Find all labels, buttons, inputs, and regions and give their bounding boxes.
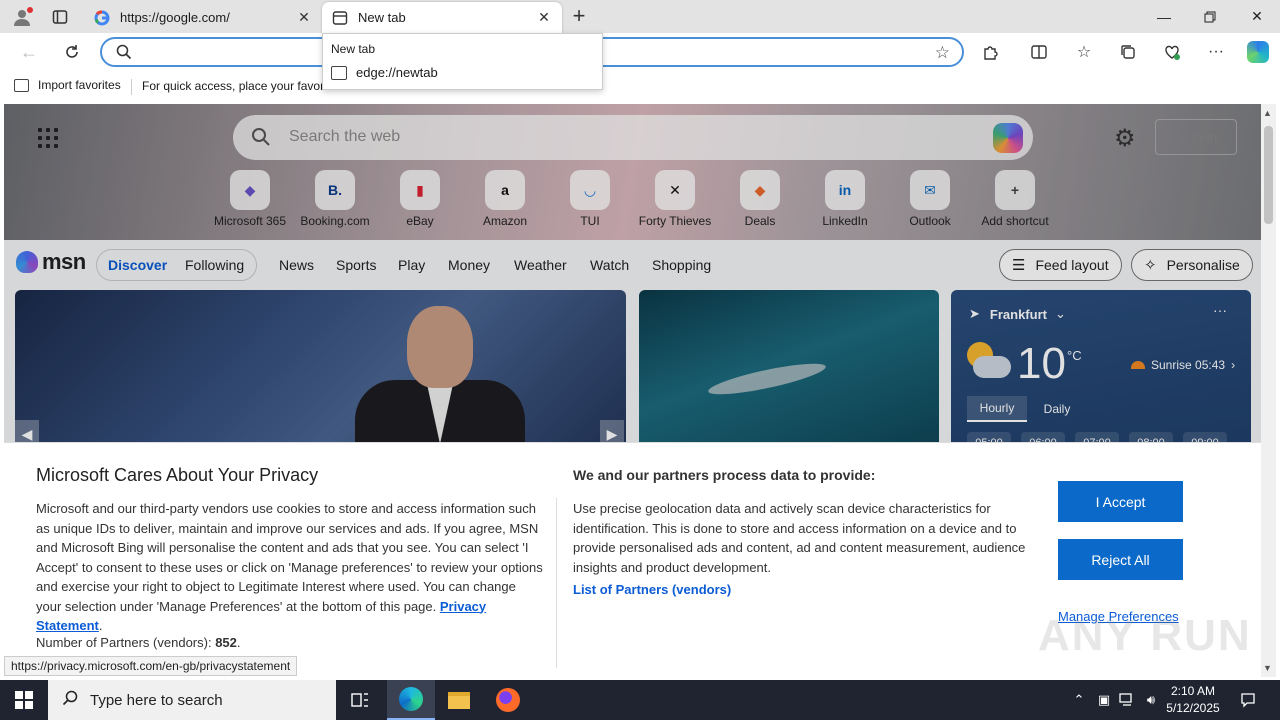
google-icon <box>94 10 110 26</box>
vertical-scrollbar[interactable]: ▲ ▼ <box>1261 104 1276 677</box>
title-bar: https://google.com/ ✕ New tab ✕ + — ✕ <box>0 0 1280 33</box>
copilot-icon <box>1247 41 1269 63</box>
edge-icon <box>399 687 423 711</box>
hover-url: edge://newtab <box>356 65 438 80</box>
notification-dot <box>27 7 33 13</box>
clock-date: 5/12/2025 <box>1166 701 1220 715</box>
divider <box>131 79 132 95</box>
back-button[interactable]: ← <box>14 38 44 66</box>
copilot-button[interactable] <box>1244 39 1272 65</box>
scroll-up-icon[interactable]: ▲ <box>1263 108 1272 118</box>
search-icon <box>62 690 78 710</box>
reject-all-button[interactable]: Reject All <box>1058 539 1183 580</box>
toolbar: ← ☆ ☆ ··· <box>0 33 1280 71</box>
taskbar-search[interactable]: Type here to search <box>48 680 336 720</box>
clock-time: 2:10 AM <box>1170 684 1216 698</box>
close-window-button[interactable]: ✕ <box>1234 0 1280 33</box>
tab-actions-icon <box>52 10 68 24</box>
collections-button[interactable] <box>1114 39 1142 65</box>
taskbar-firefox[interactable] <box>484 680 532 720</box>
privacy-body: Microsoft and our third-party vendors us… <box>36 501 543 633</box>
scrollbar-thumb[interactable] <box>1264 126 1273 224</box>
show-hidden-icons[interactable]: ⌃ <box>1068 680 1090 720</box>
task-view-icon <box>351 693 368 707</box>
tab-newtab[interactable]: New tab ✕ <box>322 2 562 33</box>
status-bar-url: https://privacy.microsoft.com/en-gb/priv… <box>4 656 298 676</box>
puzzle-icon <box>984 46 998 60</box>
minimize-button[interactable]: — <box>1141 0 1187 33</box>
restore-icon <box>1204 11 1216 22</box>
notification-center-icon[interactable] <box>1232 680 1264 720</box>
data-process-heading: We and our partners process data to prov… <box>573 467 876 483</box>
windows-icon <box>15 691 33 709</box>
close-tab-icon[interactable]: ✕ <box>536 9 552 26</box>
partners-list-link[interactable]: List of Partners (vendors) <box>573 582 731 597</box>
hover-url-row: edge://newtab <box>331 65 438 80</box>
close-tab-icon[interactable]: ✕ <box>296 9 312 26</box>
import-label: Import favorites <box>38 78 121 92</box>
browser-essentials-button[interactable] <box>1158 39 1186 65</box>
anyrun-watermark: ANY RUN <box>1038 611 1252 660</box>
more-menu-button[interactable]: ··· <box>1202 39 1230 65</box>
new-tab-button[interactable]: + <box>566 5 592 29</box>
favorite-star-icon[interactable]: ☆ <box>935 43 950 63</box>
folder-icon <box>448 691 470 709</box>
divider <box>556 498 557 668</box>
tab-title: https://google.com/ <box>120 10 230 25</box>
refresh-button[interactable] <box>57 38 87 66</box>
favorites-button[interactable]: ☆ <box>1070 39 1098 65</box>
restore-button[interactable] <box>1187 0 1233 33</box>
split-screen-button[interactable] <box>1025 39 1053 65</box>
collections-icon <box>1121 45 1135 59</box>
accept-button[interactable]: I Accept <box>1058 481 1183 522</box>
newtab-icon <box>332 10 348 26</box>
privacy-title: Microsoft Cares About Your Privacy <box>36 465 319 485</box>
data-process-body: Use precise geolocation data and activel… <box>573 501 1026 575</box>
partners-count: Number of Partners (vendors): 852. <box>36 635 241 650</box>
taskbar-edge[interactable] <box>387 680 435 720</box>
volume-icon[interactable]: 🔊︎ <box>1140 680 1162 720</box>
tab-title: New tab <box>358 10 406 25</box>
task-view-button[interactable] <box>336 680 384 720</box>
profile-button[interactable] <box>8 4 36 30</box>
extensions-button[interactable] <box>977 39 1005 65</box>
search-icon <box>116 44 132 63</box>
taskbar: Type here to search ⌃ ▣ 🔊︎ 2:10 AM 5/12/… <box>0 680 1280 720</box>
device-icon[interactable]: ▣ <box>1094 680 1114 720</box>
favorites-bar-message: For quick access, place your favori <box>142 79 327 93</box>
firefox-icon <box>496 688 520 712</box>
refresh-icon <box>66 45 78 58</box>
split-screen-icon <box>1031 45 1047 59</box>
heartbeat-icon <box>1165 45 1180 60</box>
import-favorites-button[interactable]: Import favorites <box>14 78 121 92</box>
scroll-down-icon[interactable]: ▼ <box>1263 663 1272 673</box>
taskbar-search-placeholder: Type here to search <box>90 691 223 709</box>
hover-title: New tab <box>331 42 376 56</box>
taskbar-file-explorer[interactable] <box>435 680 483 720</box>
tab-google[interactable]: https://google.com/ ✕ <box>84 2 322 33</box>
tab-actions-button[interactable] <box>46 4 74 30</box>
tab-hover-card: New tab edge://newtab <box>322 33 603 90</box>
network-icon[interactable] <box>1116 680 1138 720</box>
newtab-icon <box>331 65 347 80</box>
favorites-bar: Import favorites For quick access, place… <box>0 71 1280 102</box>
import-icon <box>14 78 29 92</box>
system-clock[interactable]: 2:10 AM 5/12/2025 <box>1162 683 1224 717</box>
privacy-consent-dialog: Microsoft Cares About Your Privacy Micro… <box>4 442 1261 677</box>
start-button[interactable] <box>0 680 48 720</box>
